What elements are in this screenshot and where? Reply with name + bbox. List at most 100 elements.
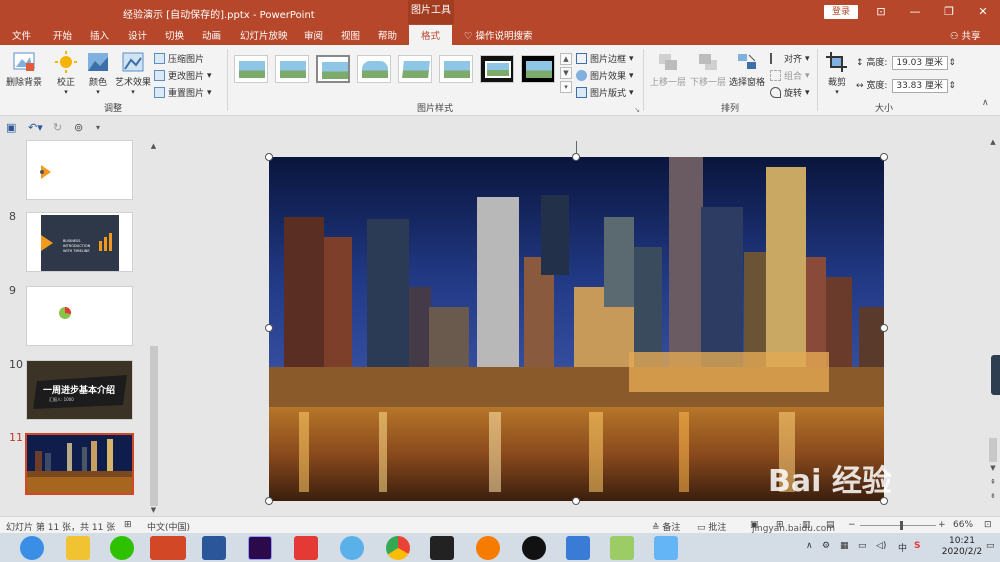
align-button[interactable]: 对齐 ▾ <box>770 52 810 65</box>
zoom-level[interactable]: 66% <box>953 520 973 530</box>
app-blue-icon[interactable] <box>340 536 364 560</box>
qq-icon[interactable] <box>522 536 546 560</box>
style-thumb-1[interactable] <box>234 55 268 83</box>
zoom-in-icon[interactable]: + <box>938 520 946 530</box>
login-button[interactable]: 登录 <box>824 5 858 19</box>
height-spinner[interactable]: ↕ 高度: 19.03 厘米 ⇕ <box>856 55 956 70</box>
notes-button[interactable]: ≙ 备注 <box>652 520 680 533</box>
canvas-scroll-thumb[interactable] <box>989 438 997 462</box>
tab-animations[interactable]: 动画 <box>202 28 221 42</box>
height-input[interactable]: 19.03 厘米 <box>892 55 949 70</box>
close-icon[interactable]: ✕ <box>966 0 1000 24</box>
slide-thumb-11[interactable] <box>25 433 134 495</box>
dialog-launcher-icon[interactable]: ↘ <box>634 106 640 114</box>
fit-slide-icon[interactable]: ⊡ <box>984 520 992 530</box>
app-light-blue-icon[interactable] <box>654 536 678 560</box>
tab-file[interactable]: 文件 <box>12 28 31 42</box>
style-thumb-5[interactable] <box>398 55 432 83</box>
sogou-icon[interactable]: S <box>914 541 920 551</box>
corrections-button[interactable]: 校正 ▾ <box>52 51 80 96</box>
width-stepper-icon[interactable]: ⇕ <box>948 81 956 91</box>
crop-button[interactable]: 裁剪 ▾ <box>822 51 852 96</box>
network-icon[interactable]: ▦ <box>840 541 849 551</box>
resize-handle-r[interactable] <box>880 324 888 332</box>
tray-overflow-icon[interactable]: ∧ <box>806 541 813 551</box>
video-editor-icon[interactable] <box>430 536 454 560</box>
feishu-icon[interactable] <box>566 536 590 560</box>
zoom-slider-thumb[interactable] <box>900 521 903 530</box>
style-thumb-3[interactable] <box>316 55 350 83</box>
wechat-icon[interactable] <box>110 536 134 560</box>
resize-handle-b[interactable] <box>572 497 580 505</box>
word-icon[interactable] <box>202 536 226 560</box>
gallery-more-icon[interactable]: ▾ <box>560 81 572 93</box>
style-thumb-7[interactable] <box>480 55 514 83</box>
tab-format[interactable]: 格式 <box>409 25 453 45</box>
remove-background-button[interactable]: 删除背景 <box>6 51 42 88</box>
resize-handle-t[interactable] <box>572 153 580 161</box>
spellcheck-icon[interactable]: ⊞ <box>124 520 132 530</box>
canvas-scroll-up-icon[interactable]: ▲ <box>986 138 1000 146</box>
scroll-down-icon[interactable]: ▼ <box>148 506 159 514</box>
clock[interactable]: 10:21 2020/2/2 <box>940 536 984 558</box>
send-backward-button[interactable]: 下移一层 <box>688 51 728 88</box>
file-explorer-icon[interactable] <box>66 536 90 560</box>
side-widget[interactable] <box>991 355 1000 395</box>
zoom-out-icon[interactable]: − <box>848 520 856 530</box>
resize-handle-l[interactable] <box>265 324 273 332</box>
width-input[interactable]: 33.83 厘米 <box>892 78 949 93</box>
zoom-slider[interactable] <box>860 525 936 526</box>
resize-handle-tr[interactable] <box>880 153 888 161</box>
tab-review[interactable]: 审阅 <box>304 28 323 42</box>
change-picture-button[interactable]: 更改图片 ▾ <box>154 69 212 82</box>
tab-view[interactable]: 视图 <box>341 28 360 42</box>
slide-thumb-8[interactable]: BUSINESS INTRODUCTION WITH TIMELINE <box>26 212 133 272</box>
tab-help[interactable]: 帮助 <box>378 28 397 42</box>
notification-icon[interactable]: ▭ <box>986 541 995 551</box>
selected-picture[interactable] <box>269 157 884 501</box>
tray-app-icon[interactable]: ⚙ <box>822 541 830 551</box>
style-thumb-2[interactable] <box>275 55 309 83</box>
chrome-icon[interactable] <box>386 536 410 560</box>
collapse-ribbon-icon[interactable]: ∧ <box>982 98 989 108</box>
tab-insert[interactable]: 插入 <box>90 28 109 42</box>
picture-layout-button[interactable]: 图片版式 ▾ <box>576 86 634 99</box>
slide-thumb-9[interactable] <box>26 286 133 346</box>
compress-pictures-button[interactable]: 压缩图片 <box>154 52 204 65</box>
canvas-scrollbar[interactable]: ▲ ▼ ⇞ ⇟ <box>986 138 1000 516</box>
width-spinner[interactable]: ↔ 宽度: 33.83 厘米 ⇕ <box>856 78 956 93</box>
tab-slideshow[interactable]: 幻灯片放映 <box>240 28 288 42</box>
thumbnail-scrollbar-thumb[interactable] <box>150 346 158 506</box>
battery-icon[interactable]: ▭ <box>858 541 867 551</box>
redo-icon[interactable]: ↻ <box>53 121 62 134</box>
powerpoint-taskbar-icon[interactable] <box>150 536 186 560</box>
style-thumb-6[interactable] <box>439 55 473 83</box>
height-stepper-icon[interactable]: ⇕ <box>948 58 956 68</box>
ribbon-display-icon[interactable]: ⊡ <box>864 0 898 24</box>
color-button[interactable]: 颜色 ▾ <box>84 51 112 96</box>
slide-thumb-7[interactable] <box>26 140 133 200</box>
artistic-effects-button[interactable]: 艺术效果 ▾ <box>114 51 152 96</box>
resize-handle-tl[interactable] <box>265 153 273 161</box>
comments-button[interactable]: ▭ 批注 <box>697 520 726 533</box>
next-slide-icon[interactable]: ⇟ <box>986 492 1000 500</box>
share-button[interactable]: ⚇ 共享 <box>950 28 981 42</box>
scroll-up-icon[interactable]: ▲ <box>148 142 159 150</box>
resize-handle-bl[interactable] <box>265 497 273 505</box>
canvas-scroll-down-icon[interactable]: ▼ <box>986 464 1000 472</box>
group-button[interactable]: 组合 ▾ <box>770 69 810 82</box>
app-red-icon[interactable] <box>294 536 318 560</box>
undo-icon[interactable]: ↶▾ <box>28 121 43 134</box>
gallery-up-icon[interactable]: ▲ <box>560 53 572 65</box>
tab-transitions[interactable]: 切换 <box>165 28 184 42</box>
ime-indicator[interactable]: 中 <box>898 541 907 554</box>
bring-forward-button[interactable]: 上移一层 <box>648 51 688 88</box>
language-status[interactable]: 中文(中国) <box>147 520 190 533</box>
save-icon[interactable]: ▣ <box>6 121 16 134</box>
present-icon[interactable]: ⊚ <box>74 121 83 134</box>
premiere-icon[interactable] <box>248 536 272 560</box>
customize-qat-icon[interactable]: ▾ <box>96 123 100 132</box>
style-thumb-4[interactable] <box>357 55 391 83</box>
tab-home[interactable]: 开始 <box>53 28 72 42</box>
app-orange-icon[interactable] <box>476 536 500 560</box>
